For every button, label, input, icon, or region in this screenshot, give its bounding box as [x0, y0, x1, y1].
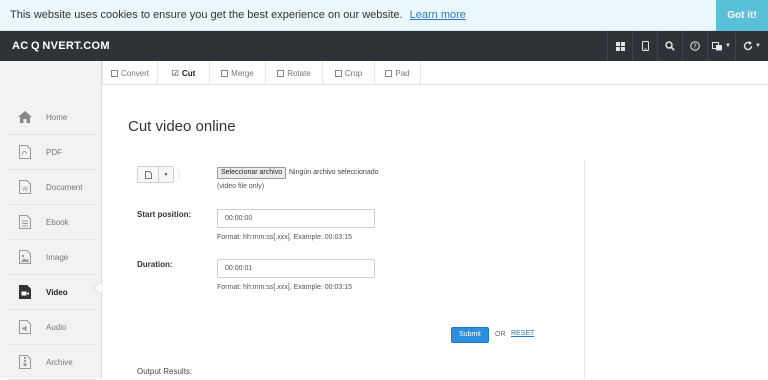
svg-text:?: ? — [693, 43, 697, 51]
source-dropdown-caret[interactable]: ▼ — [159, 167, 173, 182]
checkbox-icon — [221, 69, 229, 77]
sidebar-item-ebook[interactable]: Ebook — [8, 205, 96, 240]
sidebar-item-video[interactable]: Video — [8, 275, 96, 310]
duration-input[interactable] — [217, 259, 375, 278]
refresh-icon[interactable]: ▼ — [735, 31, 768, 61]
sidebar-item-label: PDF — [46, 147, 62, 157]
checked-box-icon: ☑ — [171, 68, 179, 78]
output-results-heading: Output Results: — [137, 367, 193, 376]
cookie-message-row: This website uses cookies to ensure you … — [10, 9, 466, 21]
source-separator-icon: ⋮ — [175, 170, 183, 179]
image-icon — [18, 250, 32, 264]
sidebar-item-audio[interactable]: Audio — [8, 310, 96, 345]
pdf-icon — [18, 145, 32, 159]
duration-format-hint: Format: hh:mm:ss[.xxx]. Example: 00:03:1… — [217, 284, 352, 291]
svg-text:W: W — [22, 186, 28, 193]
tab-cut[interactable]: ☑ Cut — [158, 61, 210, 85]
cookie-bar: This website uses cookies to ensure you … — [0, 0, 768, 31]
help-icon[interactable]: ? — [682, 31, 707, 61]
tab-label: Cut — [181, 68, 196, 78]
file-status: Ningún archivo seleccionado — [289, 169, 379, 176]
sidebar: Home PDF W Document Ebook Image Video Au… — [0, 61, 102, 380]
sidebar-item-label: Document — [46, 182, 83, 192]
checkbox-icon — [110, 69, 118, 77]
checkbox-icon — [334, 69, 342, 77]
file-type-hint: (video file only) — [217, 183, 265, 190]
tool-tabs: Convert ☑ Cut Merge Rotate Crop Pad — [102, 61, 768, 85]
learn-more-link[interactable]: Learn more — [410, 9, 466, 21]
tab-label: Convert — [120, 68, 149, 78]
start-position-input[interactable] — [217, 209, 375, 228]
home-icon — [18, 110, 32, 124]
file-icon — [144, 170, 152, 179]
sidebar-item-label: Home — [46, 112, 68, 122]
choose-file-button[interactable]: Seleccionar archivo — [217, 167, 287, 179]
tab-convert[interactable]: Convert — [102, 61, 158, 85]
content-divider — [584, 160, 585, 378]
top-navbar: AC Q NVERT.COM ? ▼ ▼ — [0, 31, 768, 61]
sidebar-item-label: Archive — [46, 357, 73, 367]
language-icon[interactable]: ▼ — [707, 31, 735, 61]
archive-icon — [18, 355, 32, 369]
sidebar-item-archive[interactable]: Archive — [8, 345, 96, 380]
file-source-button[interactable] — [138, 167, 159, 182]
sidebar-item-label: Image — [46, 252, 69, 262]
start-position-label: Start position: — [137, 210, 192, 219]
sidebar-item-label: Ebook — [46, 217, 69, 227]
document-icon: W — [18, 180, 32, 194]
start-format-hint: Format: hh:mm:ss[.xxx]. Example: 00:03:1… — [217, 234, 352, 241]
cookie-accept-button[interactable]: Got it! — [716, 0, 768, 31]
page-title: Cut video online — [128, 118, 236, 135]
site-logo[interactable]: AC Q NVERT.COM — [12, 40, 110, 52]
search-icon[interactable] — [657, 31, 682, 61]
mobile-icon[interactable] — [632, 31, 657, 61]
sidebar-item-image[interactable]: Image — [8, 240, 96, 275]
file-source-selector: ▼ — [137, 166, 174, 183]
tab-label: Rotate — [287, 68, 311, 78]
submit-button[interactable]: Submit — [451, 327, 489, 343]
sidebar-item-document[interactable]: W Document — [8, 170, 96, 205]
tab-label: Merge — [231, 68, 254, 78]
tab-label: Crop — [344, 68, 363, 78]
ebook-icon — [18, 215, 32, 229]
audio-icon — [18, 320, 32, 334]
duration-label: Duration: — [137, 260, 173, 269]
sidebar-item-label: Audio — [46, 322, 67, 332]
tab-merge[interactable]: Merge — [210, 61, 266, 85]
video-icon — [18, 285, 32, 299]
tab-rotate[interactable]: Rotate — [266, 61, 323, 85]
sidebar-item-home[interactable]: Home — [8, 100, 96, 135]
sidebar-item-label: Video — [46, 287, 68, 297]
sidebar-item-pdf[interactable]: PDF — [8, 135, 96, 170]
reset-link[interactable]: RESET — [511, 330, 534, 337]
or-separator: OR — [495, 331, 506, 338]
header-icon-group: ? ▼ ▼ — [607, 31, 768, 61]
checkbox-icon — [385, 69, 393, 77]
tab-crop[interactable]: Crop — [323, 61, 375, 85]
checkbox-icon — [277, 69, 285, 77]
tab-label: Pad — [395, 68, 410, 78]
cookie-message: This website uses cookies to ensure you … — [10, 9, 403, 21]
tab-pad[interactable]: Pad — [375, 61, 421, 85]
grid-icon[interactable] — [607, 31, 632, 61]
